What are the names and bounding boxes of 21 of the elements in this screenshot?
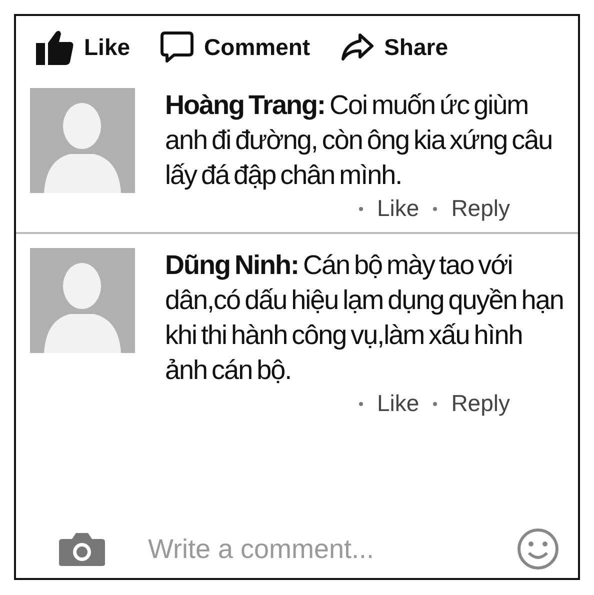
comment-input[interactable]: Write a comment... [146, 532, 476, 566]
separator-dot [358, 402, 363, 406]
comment-link[interactable]: Like [376, 390, 420, 417]
avatar-icon [30, 248, 135, 353]
share-button[interactable]: Share [336, 32, 452, 62]
comment-text: Hoàng Trang: Coi muốn ức giùm anh đi đường, còn ông kia xứng câu lấy đá đập chân mình. [165, 89, 554, 192]
smiley-icon[interactable] [516, 527, 560, 571]
thumbs-up-icon [36, 29, 74, 65]
share-arrow-icon [340, 32, 374, 62]
like-button[interactable]: Like [32, 29, 134, 65]
separator-dot [433, 206, 438, 210]
comment-button[interactable]: Comment [156, 30, 314, 64]
comment-text: Dũng Ninh: Cán bộ mày tao với dân,có dấu hiệu lạm dụng quyền hạn khi thi hành công vụ,làm xấu hình ảnh cán bộ. [165, 249, 564, 387]
comment-link[interactable]: Reply [451, 390, 510, 417]
avatar-icon [30, 88, 135, 193]
comment-link[interactable]: Reply [451, 195, 510, 222]
comment-link[interactable]: Like [376, 195, 420, 222]
speech-bubble-icon [160, 30, 194, 64]
separator-dot [433, 402, 438, 406]
separator-dot [358, 206, 363, 210]
camera-icon[interactable] [58, 531, 106, 567]
